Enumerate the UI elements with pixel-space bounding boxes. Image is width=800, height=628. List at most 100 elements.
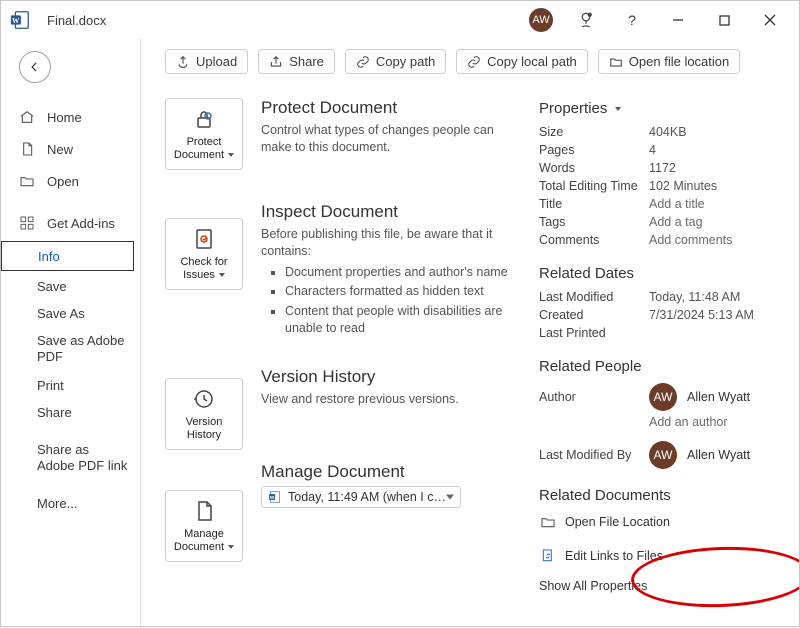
sidebar-label: Save As [37,306,85,321]
prop-value-add-title[interactable]: Add a title [649,197,779,211]
sidebar-item-home[interactable]: Home [1,101,140,133]
sidebar-item-new[interactable]: New [1,133,140,165]
new-icon [19,141,35,157]
button-label: Copy local path [487,54,577,69]
share-button[interactable]: Share [258,49,335,74]
sidebar-label: More... [37,496,77,511]
user-avatar-small[interactable]: AW [529,8,553,32]
tile-label: Check for Issues [170,256,238,282]
upload-button[interactable]: Upload [165,49,248,74]
author-avatar[interactable]: AW [649,383,677,411]
inspect-bullet: Content that people with disabilities ar… [285,303,511,337]
folder-icon [539,513,557,531]
sidebar-item-open[interactable]: Open [1,165,140,197]
prop-label: Total Editing Time [539,179,649,193]
related-people-header: Related People [539,358,779,375]
backstage-sidebar: Home New Open Get Add-ins Info Save Save… [1,39,141,628]
tile-label: Protect Document [170,136,238,162]
check-issues-tile[interactable]: Check for Issues [165,218,243,290]
minimize-button[interactable] [655,4,701,36]
date-label: Last Modified [539,290,649,304]
sidebar-item-save-as[interactable]: Save As [1,300,140,327]
sidebar-label: Get Add-ins [47,216,115,231]
button-label: Copy path [376,54,435,69]
sidebar-label: Share as Adobe PDF link [37,442,128,475]
section-text: Control what types of changes people can… [261,122,511,156]
svg-text:W: W [270,495,275,500]
inspect-icon [192,226,216,252]
sidebar-item-share-adobe[interactable]: Share as Adobe PDF link [1,436,140,481]
prop-value: 404KB [649,125,779,139]
button-label: Open file location [629,54,729,69]
section-heading: Version History [261,367,511,387]
lastmod-name: Allen Wyatt [687,448,750,462]
title-bar: W Final.docx AW ? [1,1,799,39]
sidebar-item-more[interactable]: More... [1,490,140,517]
sidebar-item-print[interactable]: Print [1,372,140,399]
prop-value: 4 [649,143,779,157]
sidebar-label: Open [47,174,79,189]
upload-icon [176,55,190,69]
share-icon [269,55,283,69]
sidebar-item-addins[interactable]: Get Add-ins [1,207,140,239]
add-author-link[interactable]: Add an author [649,415,779,429]
properties-panel: Properties Size404KB Pages4 Words1172 To… [539,98,779,612]
info-top-toolbar: Upload Share Copy path Copy local path O… [165,49,779,74]
prop-label: Pages [539,143,649,157]
protect-document-tile[interactable]: Protect Document [165,98,243,170]
sidebar-item-share[interactable]: Share [1,399,140,426]
date-value: Today, 11:48 AM [649,290,779,304]
show-all-properties-link[interactable]: Show All Properties [539,576,779,596]
sidebar-label: Save [37,279,67,294]
section-heading: Manage Document [261,462,511,482]
version-history-tile[interactable]: Version History [165,378,243,450]
recent-entry-label: Today, 11:49 AM (when I closed... [288,490,448,504]
inspect-bullet: Characters formatted as hidden text [285,283,511,300]
info-panel: Upload Share Copy path Copy local path O… [141,39,799,628]
lastmod-avatar[interactable]: AW [649,441,677,469]
manage-document-tile[interactable]: Manage Document [165,490,243,562]
sidebar-item-info[interactable]: Info [1,241,134,271]
section-heading: Inspect Document [261,202,511,222]
open-icon [19,173,35,189]
manage-recent-dropdown[interactable]: W Today, 11:49 AM (when I closed... [261,486,461,508]
lock-shield-icon [192,106,216,132]
history-icon [192,386,216,412]
link-label: Open File Location [565,515,670,529]
sidebar-label: Info [38,249,60,264]
prop-label: Tags [539,215,649,229]
voice-icon[interactable] [563,4,609,36]
open-file-location-link[interactable]: Open File Location [539,510,779,534]
open-location-button[interactable]: Open file location [598,49,740,74]
date-value: 7/31/2024 5:13 AM [649,308,779,322]
section-text: Before publishing this file, be aware th… [261,226,511,337]
link-label: Edit Links to Files [565,549,663,563]
prop-label: Words [539,161,649,175]
sidebar-label: Home [47,110,82,125]
close-button[interactable] [747,4,793,36]
help-button[interactable]: ? [609,4,655,36]
sidebar-label: Save as Adobe PDF [37,333,128,366]
prop-value-add-comments[interactable]: Add comments [649,233,779,247]
sidebar-label: Share [37,405,72,420]
properties-header[interactable]: Properties [539,100,779,117]
button-label: Upload [196,54,237,69]
sidebar-item-save-adobe[interactable]: Save as Adobe PDF [1,327,140,372]
related-documents-header: Related Documents [539,487,779,504]
sidebar-item-save[interactable]: Save [1,273,140,300]
maximize-button[interactable] [701,4,747,36]
copy-local-path-button[interactable]: Copy local path [456,49,588,74]
tile-label: Manage Document [170,528,238,554]
back-button[interactable] [19,51,51,83]
date-label: Created [539,308,649,322]
sidebar-label: Print [37,378,64,393]
date-label: Last Printed [539,326,649,340]
copy-path-button[interactable]: Copy path [345,49,446,74]
author-name: Allen Wyatt [687,390,750,404]
related-dates-header: Related Dates [539,265,779,282]
edit-links-to-files-link[interactable]: Edit Links to Files [539,544,779,568]
document-title: Final.docx [47,13,106,28]
prop-label: Title [539,197,649,211]
prop-value-add-tag[interactable]: Add a tag [649,215,779,229]
prop-value: 102 Minutes [649,179,779,193]
